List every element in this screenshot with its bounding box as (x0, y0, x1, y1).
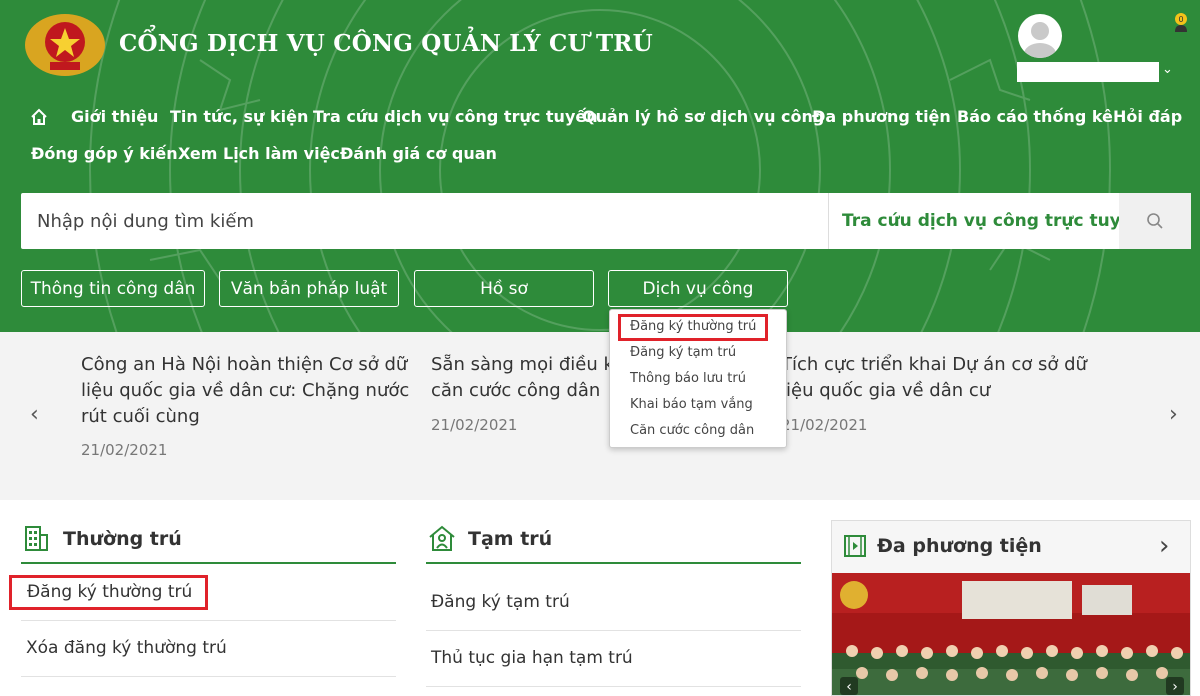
dropdown-dang-ky-thuong-tru[interactable]: Đăng ký thường trú (630, 319, 756, 334)
news-item[interactable]: Tích cực triển khai Dự án cơ sở dữ liệu … (781, 352, 1087, 404)
notification-count: 0 (1178, 15, 1183, 24)
category-dich-vu-cong[interactable]: Dịch vụ công (608, 270, 788, 307)
row-divider (21, 620, 396, 621)
chevron-left-icon[interactable]: ‹ (30, 402, 39, 427)
media-title: Đa phương tiện (877, 535, 1042, 557)
search-icon (1147, 213, 1163, 229)
tam-tru-title: Tạm trú (468, 528, 553, 550)
tam-tru-header: Tạm trú (426, 522, 801, 564)
row-divider (21, 676, 396, 677)
nav-dong-gop[interactable]: Đóng góp ý kiến (31, 144, 178, 163)
nav-tin-tuc[interactable]: Tin tức, sự kiện (170, 107, 308, 126)
nav-tra-cuu[interactable]: Tra cứu dịch vụ công trực tuyến (313, 107, 598, 126)
media-panel: Đa phương tiện › ‹ › (831, 520, 1191, 696)
nav-lich-lam-viec[interactable]: Xem Lịch làm việc (178, 144, 340, 163)
dropdown-khai-bao-tam-vang[interactable]: Khai báo tạm vắng (630, 397, 753, 412)
building-icon (25, 526, 48, 551)
category-thong-tin-cong-dan[interactable]: Thông tin công dân (21, 270, 205, 307)
highlight-box (9, 575, 208, 610)
chevron-right-icon[interactable]: › (1159, 531, 1169, 561)
news-carousel: ‹ Công an Hà Nội hoàn thiện Cơ sở dữ liệ… (0, 332, 1200, 500)
dich-vu-cong-dropdown: Đăng ký thường trú Đăng ký tạm trú Thông… (609, 309, 787, 448)
chevron-down-icon[interactable]: ⌄ (1162, 62, 1173, 77)
category-ho-so[interactable]: Hồ sơ (414, 270, 594, 307)
thuong-tru-title: Thường trú (63, 528, 182, 550)
chevron-right-icon[interactable]: › (1169, 402, 1178, 427)
thuong-tru-header: Thường trú (21, 522, 396, 564)
bell-icon[interactable]: 0 (1172, 12, 1190, 36)
search-input[interactable] (21, 193, 827, 249)
home-icon[interactable] (30, 108, 48, 126)
link-dang-ky-tam-tru[interactable]: Đăng ký tạm trú (431, 592, 570, 612)
user-avatar[interactable] (1018, 14, 1062, 58)
nav-gioi-thieu[interactable]: Giới thiệu (71, 107, 158, 126)
house-person-icon (429, 525, 455, 551)
category-van-ban-phap-luat[interactable]: Văn bản pháp luật (219, 270, 399, 307)
news-item[interactable]: Công an Hà Nội hoàn thiện Cơ sở dữ liệu … (81, 352, 409, 430)
news-date: 21/02/2021 (81, 441, 168, 459)
nav-bao-cao[interactable]: Báo cáo thống kê (957, 107, 1113, 126)
search-button[interactable] (1119, 193, 1191, 249)
site-title: CỔNG DỊCH VỤ CÔNG QUẢN LÝ CƯ TRÚ (119, 30, 653, 57)
search-bar: Tra cứu dịch vụ công trực tuyến (21, 193, 1191, 249)
svg-text:‹: ‹ (846, 679, 852, 695)
dropdown-dang-ky-tam-tru[interactable]: Đăng ký tạm trú (630, 345, 736, 360)
police-emblem-logo (25, 14, 105, 76)
nav-quan-ly-ho-so[interactable]: Quản lý hồ sơ dịch vụ công (582, 107, 824, 126)
dropdown-can-cuoc-cong-dan[interactable]: Căn cước công dân (630, 423, 754, 438)
nav-da-phuong-tien[interactable]: Đa phương tiện (812, 107, 951, 126)
news-date: 21/02/2021 (781, 416, 868, 434)
media-header[interactable]: Đa phương tiện › (832, 521, 1190, 573)
link-gia-han-tam-tru[interactable]: Thủ tục gia hạn tạm trú (431, 648, 633, 668)
site-header: CỔNG DỊCH VỤ CÔNG QUẢN LÝ CƯ TRÚ ⌄ 0 Giớ… (0, 0, 1200, 332)
link-xoa-dang-ky-thuong-tru[interactable]: Xóa đăng ký thường trú (26, 638, 227, 658)
username-redacted[interactable] (1017, 62, 1159, 82)
film-icon (844, 535, 866, 557)
dropdown-thong-bao-luu-tru[interactable]: Thông báo lưu trú (630, 371, 746, 386)
nav-hoi-dap[interactable]: Hỏi đáp (1113, 107, 1182, 126)
row-divider (426, 630, 801, 631)
search-divider (828, 193, 829, 249)
svg-text:›: › (1172, 679, 1178, 695)
search-scope-select[interactable]: Tra cứu dịch vụ công trực tuyến (842, 211, 1144, 231)
nav-danh-gia[interactable]: Đánh giá cơ quan (340, 144, 497, 163)
news-item[interactable]: Sẵn sàng mọi điều ki căn cước công dân (431, 352, 619, 404)
row-divider (426, 686, 801, 687)
news-date: 21/02/2021 (431, 416, 518, 434)
media-photo[interactable]: ‹ › (832, 573, 1191, 696)
